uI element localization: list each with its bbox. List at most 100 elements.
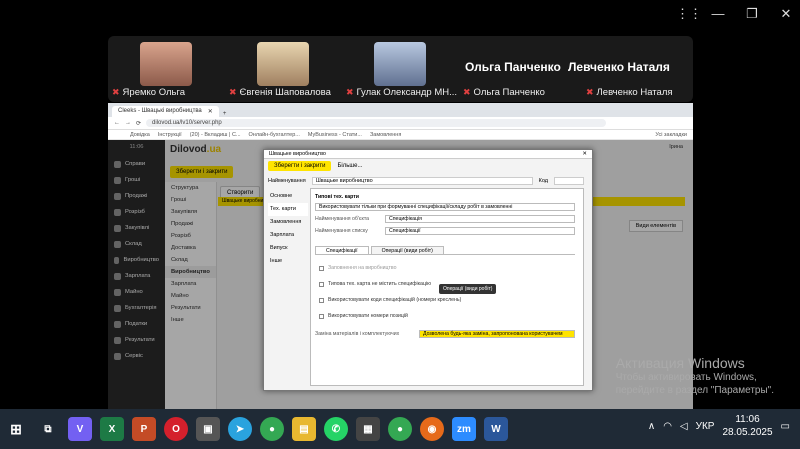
telegram-icon[interactable]: ➤: [228, 417, 252, 441]
participant-tile[interactable]: ✖ Яремко Ольга: [108, 36, 226, 102]
whatsapp-icon[interactable]: ✆: [324, 417, 348, 441]
reload-icon[interactable]: ⟳: [136, 120, 141, 127]
participant-big-name: Левченко Наталя: [568, 60, 670, 74]
chrome-icon[interactable]: ●: [388, 417, 412, 441]
name-row: Найменування Швацьке виробництво Код: [268, 176, 584, 186]
modal-title: Швацьке виробництво: [269, 151, 326, 157]
participant-video: [374, 42, 426, 86]
shared-screen: Cleeks - Швацькі виробництва ✕ + ← → ⟳ di…: [108, 103, 693, 420]
explorer-icon[interactable]: ▤: [292, 417, 316, 441]
firefox-icon[interactable]: ◉: [420, 417, 444, 441]
checkbox[interactable]: [319, 297, 324, 303]
notifications-icon[interactable]: ▭: [781, 421, 790, 432]
zoom-window-controls: ⋮⋮ — ❐ ✕: [676, 6, 794, 22]
participant-video: [257, 42, 309, 86]
modal-more-button[interactable]: Більше...: [337, 163, 362, 169]
system-tray: ∧ ◠ ◁ УКР 11:06 28.05.2025 ▭: [648, 413, 790, 439]
browser-tab[interactable]: Cleeks - Швацькі виробництва ✕: [112, 106, 219, 117]
modal-tab[interactable]: Випуск: [268, 242, 308, 255]
grid-icon[interactable]: ⋮⋮: [676, 6, 702, 22]
name-field[interactable]: Швацьке виробництво: [311, 177, 533, 185]
app-icon[interactable]: ▦: [356, 417, 380, 441]
forward-icon[interactable]: →: [125, 120, 131, 126]
bookmarks-bar: Довідка Інструкції (20) - Вкладиш | С...…: [108, 130, 693, 140]
mic-muted-icon: ✖: [229, 87, 237, 97]
url-input[interactable]: dilovod.ua/lv10/server.php: [146, 119, 607, 127]
minimize-icon[interactable]: —: [710, 6, 726, 22]
modal-tab[interactable]: Тех. карти: [268, 203, 308, 216]
checkbox[interactable]: [319, 281, 324, 287]
modal-close-icon[interactable]: ✕: [582, 151, 587, 157]
bookmark[interactable]: Замовлення: [370, 132, 401, 138]
close-icon[interactable]: ✕: [778, 6, 794, 22]
participant-tile[interactable]: Левченко Наталя ✖ Левченко Наталя: [568, 36, 694, 102]
bookmark[interactable]: Усі закладки: [655, 132, 687, 138]
opera-icon[interactable]: O: [164, 417, 188, 441]
participant-tile[interactable]: Ольга Панченко ✖ Ольга Панченко: [459, 36, 577, 102]
participant-tile[interactable]: ✖ Гулак Олександр МН...: [342, 36, 460, 102]
bookmark[interactable]: Онлайн-бухгалтер...: [249, 132, 300, 138]
chevron-up-icon[interactable]: ∧: [648, 421, 655, 432]
checkbox[interactable]: [319, 265, 324, 271]
mic-muted-icon: ✖: [463, 87, 471, 97]
mic-muted-icon: ✖: [586, 87, 594, 97]
windows-activation-watermark: Активация Windows Чтобы активировать Win…: [615, 355, 774, 396]
participant-tile[interactable]: ✖ Євгенія Шаповалова: [225, 36, 343, 102]
modal-dialog: Швацьке виробництво ✕ Зберегти і закрити…: [263, 149, 593, 391]
modal-tabs: Основне Тех. карти Замовлення Зарплата В…: [268, 190, 308, 268]
code-field[interactable]: [554, 177, 584, 185]
participant-name: Євгенія Шаповалова: [239, 87, 331, 98]
task-view-icon[interactable]: ⧉: [36, 417, 60, 441]
app-icon[interactable]: ▣: [196, 417, 220, 441]
object-name-field[interactable]: Специфікація: [385, 214, 575, 223]
participant-name: Гулак Олександр МН...: [356, 87, 458, 98]
powerpoint-icon[interactable]: P: [132, 417, 156, 441]
participant-name: Левченко Наталя: [596, 87, 673, 98]
list-name-field[interactable]: Специфікації: [385, 226, 575, 235]
mic-muted-icon: ✖: [346, 87, 354, 97]
clock[interactable]: 11:06 28.05.2025: [722, 413, 772, 439]
wifi-icon[interactable]: ◠: [663, 421, 672, 432]
participant-name: Ольга Панченко: [473, 87, 545, 98]
zoom-icon[interactable]: zm: [452, 417, 476, 441]
participant-video: [140, 42, 192, 86]
close-icon[interactable]: ✕: [208, 108, 213, 115]
word-icon[interactable]: W: [484, 417, 508, 441]
subtab-operations[interactable]: Операції (види робіт): [370, 246, 444, 254]
bookmark[interactable]: Довідка: [130, 132, 150, 138]
modal-save-button[interactable]: Зберегти і закрити: [268, 161, 332, 171]
materials-select[interactable]: Дозволена будь-яка заміна, запропонована…: [419, 329, 575, 338]
chrome-icon[interactable]: ●: [260, 417, 284, 441]
language-indicator[interactable]: УКР: [696, 421, 715, 432]
windows-taskbar: ⊞ ⧉ V X P O ▣ ➤ ● ▤ ✆ ▦ ● ◉ zm W ∧ ◠ ◁ У…: [0, 409, 800, 449]
windows-start-icon[interactable]: ⊞: [4, 417, 28, 441]
bookmark[interactable]: MyBusiness - Стати...: [308, 132, 362, 138]
participant-name: Яремко Ольга: [122, 87, 186, 98]
subtab-specs[interactable]: Специфікації: [315, 246, 369, 254]
checkbox[interactable]: [319, 313, 324, 319]
back-icon[interactable]: ←: [114, 120, 120, 126]
usage-select[interactable]: Використовувати тільки при формуванні сп…: [315, 202, 575, 211]
volume-icon[interactable]: ◁: [680, 421, 688, 432]
screen-root: ⋮⋮ — ❐ ✕ ✖ Яремко Ольга ✖ Євгенія Шаповало…: [0, 0, 800, 449]
modal-toolbar: Зберегти і закрити Більше...: [264, 159, 592, 173]
viber-icon[interactable]: V: [68, 417, 92, 441]
restore-icon[interactable]: ❐: [744, 6, 760, 22]
subtabs: Специфікації Операції (види робіт): [315, 246, 575, 255]
browser-tabbar: Cleeks - Швацькі виробництва ✕ +: [108, 103, 693, 117]
mic-muted-icon: ✖: [112, 87, 120, 97]
modal-titlebar: Швацьке виробництво ✕: [264, 150, 592, 159]
modal-tab[interactable]: Інше: [268, 255, 308, 268]
modal-tab[interactable]: Зарплата: [268, 229, 308, 242]
participant-strip: ✖ Яремко Ольга ✖ Євгенія Шаповалова ✖ Гулак…: [108, 36, 693, 102]
address-bar: ← → ⟳ dilovod.ua/lv10/server.php: [108, 117, 693, 130]
tooltip: Операції (види робіт): [439, 284, 497, 294]
modal-tab[interactable]: Основне: [268, 190, 308, 203]
tech-cards-panel: Типові тех. карти Використовувати тільки…: [310, 188, 584, 386]
modal-tab[interactable]: Замовлення: [268, 216, 308, 229]
bookmark[interactable]: Інструкції: [158, 132, 182, 138]
excel-icon[interactable]: X: [100, 417, 124, 441]
bookmark[interactable]: (20) - Вкладиш | С...: [190, 132, 241, 138]
section-title: Типові тех. карти: [315, 193, 359, 200]
new-tab-icon[interactable]: +: [223, 111, 227, 117]
